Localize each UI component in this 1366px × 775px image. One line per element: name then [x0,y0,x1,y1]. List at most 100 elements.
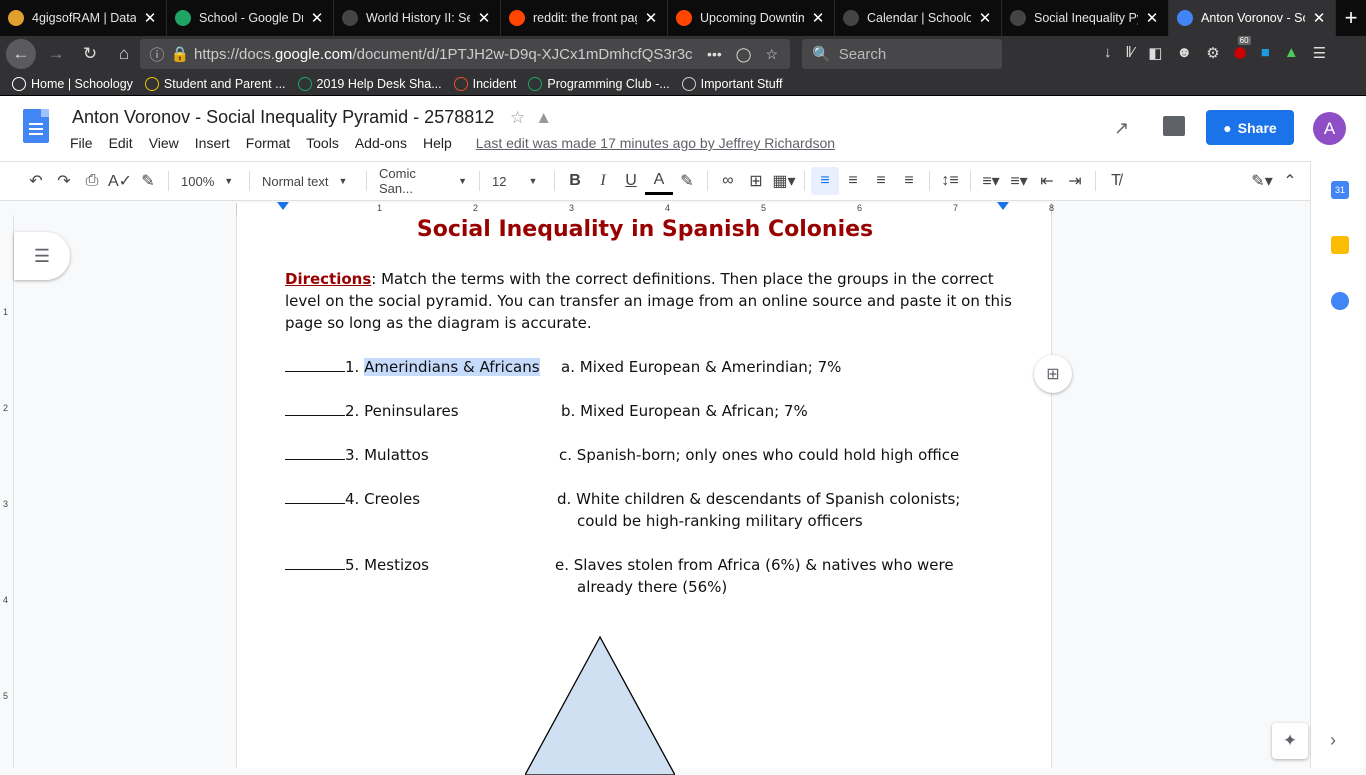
browser-tab[interactable]: reddit: the front pag ✕ [501,0,668,36]
align-center-icon[interactable]: ≡ [839,167,867,195]
paint-format-icon[interactable]: ✎ [134,167,162,195]
underline-icon[interactable]: U [617,167,645,195]
menu-edit[interactable]: Edit [109,135,133,151]
align-right-icon[interactable]: ≡ [867,167,895,195]
document-page[interactable]: Social Inequality in Spanish Colonies Di… [236,215,1052,775]
back-button[interactable]: ← [6,39,36,69]
browser-tab[interactable]: Social Inequality Py ✕ [1002,0,1169,36]
close-tab-icon[interactable]: ✕ [1311,9,1327,27]
close-tab-icon[interactable]: ✕ [142,9,158,27]
bulleted-list-icon[interactable]: ≡▾ [1005,167,1033,195]
collapse-menus-icon[interactable]: ⌃ [1276,167,1304,195]
url-bar[interactable]: ⓘ 🔒 https://docs.google.com/document/d/1… [140,39,790,69]
close-tab-icon[interactable]: ✕ [810,9,826,27]
activity-dashboard-icon[interactable]: ↗ [1114,118,1129,139]
forward-button[interactable]: → [42,40,70,68]
bookmark-star-icon[interactable]: ☆ [765,46,778,63]
answer-blank[interactable] [285,356,345,372]
expand-side-panel-icon[interactable]: › [1330,730,1336,751]
page-actions-icon[interactable]: ••• [707,46,722,63]
menu-insert[interactable]: Insert [195,135,230,151]
close-tab-icon[interactable]: ✕ [977,9,993,27]
browser-tab[interactable]: Calendar | Schoolog ✕ [835,0,1002,36]
add-comment-icon[interactable]: ⊞ [742,167,770,195]
menu-view[interactable]: View [149,135,179,151]
menu-tools[interactable]: Tools [306,135,339,151]
horizontal-ruler[interactable]: 1 2 3 4 5 6 7 8 [0,201,1310,215]
close-tab-icon[interactable]: ✕ [643,9,659,27]
reload-button[interactable]: ↻ [76,40,104,68]
extension-icon[interactable]: ⚙ [1206,44,1219,62]
link-icon[interactable]: ∞ [714,167,742,195]
menu-file[interactable]: File [70,135,93,151]
sidebar-icon[interactable]: ◧ [1148,44,1162,62]
avatar[interactable]: A [1313,112,1346,145]
close-tab-icon[interactable]: ✕ [309,9,325,27]
browser-tab[interactable]: 4gigsofRAM | Datap ✕ [0,0,167,36]
highlight-icon[interactable]: ✎ [673,167,701,195]
move-to-drive-icon[interactable]: ▲ [535,108,552,128]
right-indent-marker[interactable] [997,202,1009,210]
close-tab-icon[interactable]: ✕ [1144,9,1160,27]
bookmark-item[interactable]: Important Stuff [681,76,782,91]
print-icon[interactable]: ⎙ [78,167,106,195]
answer-blank[interactable] [285,400,345,416]
calendar-icon[interactable]: 31 [1331,181,1349,199]
undo-icon[interactable]: ↶ [22,167,50,195]
menu-format[interactable]: Format [246,135,290,151]
document-outline-icon[interactable]: ☰ [14,232,70,280]
download-icon[interactable]: ↓ [1104,44,1112,62]
bookmark-item[interactable]: Home | Schoology [12,76,133,91]
search-input[interactable]: 🔍 Search [802,39,1002,69]
last-edit-link[interactable]: Last edit was made 17 minutes ago by Jef… [476,135,835,151]
zoom-select[interactable]: 100% ▼ [175,174,243,189]
left-indent-marker[interactable] [277,202,289,210]
decrease-indent-icon[interactable]: ⇤ [1033,167,1061,195]
share-button[interactable]: ● Share [1206,110,1294,145]
url-text[interactable]: https://docs.google.com/document/d/1PTJH… [194,46,694,63]
justify-icon[interactable]: ≡ [895,167,923,195]
font-select[interactable]: Comic San... ▼ [373,166,473,196]
home-button[interactable]: ⌂ [110,40,138,68]
editing-mode-icon[interactable]: ✎▾ [1248,167,1276,195]
increase-indent-icon[interactable]: ⇥ [1061,167,1089,195]
bookmark-item[interactable]: Student and Parent ... [144,76,286,91]
comments-icon[interactable] [1163,116,1185,136]
italic-icon[interactable]: I [589,167,617,195]
menu-help[interactable]: Help [423,135,452,151]
font-size-select[interactable]: 12 ▼ [486,174,548,189]
explore-button[interactable]: ✦ [1272,723,1308,759]
pyramid-diagram[interactable] [525,635,675,775]
info-icon[interactable]: ⓘ [146,44,168,65]
browser-tab[interactable]: Upcoming Downtime ✕ [668,0,835,36]
clear-formatting-icon[interactable]: T̸ [1102,167,1130,195]
answer-blank[interactable] [285,444,345,460]
bookmark-item[interactable]: Incident [453,76,516,91]
library-icon[interactable]: ‖⁄ [1126,44,1135,62]
extension-2-icon[interactable]: ■ [1261,44,1270,62]
insert-image-icon[interactable]: ▦▾ [770,167,798,195]
answer-blank[interactable] [285,554,345,570]
line-spacing-icon[interactable]: ↕≡ [936,167,964,195]
numbered-list-icon[interactable]: ≡▾ [977,167,1005,195]
new-tab-button[interactable]: + [1336,0,1366,36]
close-tab-icon[interactable]: ✕ [476,9,492,27]
redo-icon[interactable]: ↷ [50,167,78,195]
account-icon[interactable]: ☻ [1176,44,1192,62]
add-comment-button[interactable]: ⊞ [1034,355,1072,393]
bold-icon[interactable]: B [561,167,589,195]
doc-title[interactable]: Anton Voronov - Social Inequality Pyrami… [72,107,494,128]
browser-tab[interactable]: Anton Voronov - Soc ✕ [1169,0,1336,36]
pocket-icon[interactable]: ◯ [736,46,752,63]
menu-icon[interactable]: ☰ [1313,44,1326,62]
browser-tab[interactable]: School - Google Driv ✕ [167,0,334,36]
menu-add-ons[interactable]: Add-ons [355,135,407,151]
spellcheck-icon[interactable]: A✓ [106,167,134,195]
align-left-icon[interactable]: ≡ [811,167,839,195]
update-icon[interactable]: ▲ [1284,44,1299,62]
ublock-icon[interactable]: ⬢ 60 [1234,36,1251,62]
bookmark-item[interactable]: Programming Club -... [528,76,670,91]
star-icon[interactable]: ☆ [510,108,525,128]
answer-blank[interactable] [285,488,345,504]
style-select[interactable]: Normal text ▼ [256,174,360,189]
